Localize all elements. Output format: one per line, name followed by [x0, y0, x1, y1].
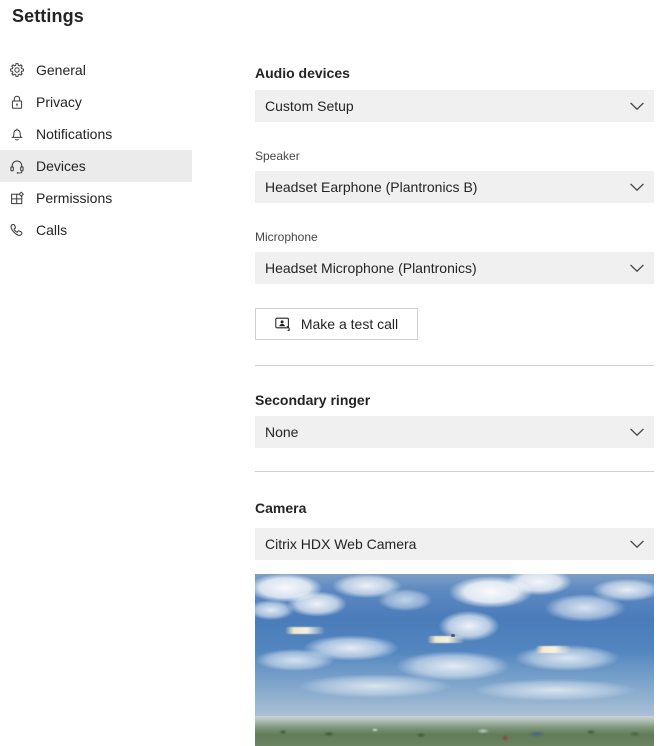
- chevron-down-icon: [620, 264, 654, 273]
- speaker-dropdown[interactable]: Headset Earphone (Plantronics B): [255, 171, 654, 203]
- bell-icon: [6, 124, 28, 144]
- sidebar-item-privacy[interactable]: Privacy: [0, 86, 192, 118]
- preview-horizon-detail: [255, 716, 654, 746]
- sidebar-item-general[interactable]: General: [0, 54, 192, 86]
- make-test-call-label: Make a test call: [301, 316, 398, 332]
- grid-apps-icon: [6, 188, 28, 208]
- audio-setup-value: Custom Setup: [255, 98, 620, 114]
- preview-bird: [451, 634, 455, 637]
- microphone-dropdown[interactable]: Headset Microphone (Plantronics): [255, 252, 654, 284]
- camera-dropdown[interactable]: Citrix HDX Web Camera: [255, 528, 654, 560]
- chevron-down-icon: [620, 540, 654, 549]
- camera-heading: Camera: [255, 501, 306, 515]
- preview-lens-flare: [535, 646, 571, 653]
- microphone-label: Microphone: [255, 231, 318, 243]
- sidebar-item-label: General: [36, 63, 86, 77]
- camera-value: Citrix HDX Web Camera: [255, 536, 620, 552]
- audio-setup-dropdown[interactable]: Custom Setup: [255, 90, 654, 122]
- lock-icon: [6, 92, 28, 112]
- headset-icon: [6, 156, 28, 176]
- camera-preview: [255, 574, 654, 746]
- secondary-ringer-heading: Secondary ringer: [255, 393, 370, 407]
- sidebar-item-permissions[interactable]: Permissions: [0, 182, 192, 214]
- chevron-down-icon: [620, 183, 654, 192]
- page-title: Settings: [12, 6, 84, 27]
- preview-lens-flare: [427, 636, 465, 643]
- sidebar-item-notifications[interactable]: Notifications: [0, 118, 192, 150]
- preview-lens-flare: [285, 627, 325, 634]
- chevron-down-icon: [620, 428, 654, 437]
- sidebar-item-label: Privacy: [36, 95, 82, 109]
- sidebar-item-label: Calls: [36, 223, 67, 237]
- preview-horizon: [255, 716, 654, 746]
- audio-devices-heading: Audio devices: [255, 66, 350, 80]
- gear-icon: [6, 60, 28, 80]
- sidebar-item-label: Notifications: [36, 127, 112, 141]
- secondary-ringer-value: None: [255, 424, 620, 440]
- sidebar-item-label: Permissions: [36, 191, 112, 205]
- sidebar-item-devices[interactable]: Devices: [0, 150, 192, 182]
- sidebar-item-label: Devices: [36, 159, 86, 173]
- phone-icon: [6, 220, 28, 240]
- secondary-ringer-dropdown[interactable]: None: [255, 416, 654, 448]
- make-test-call-button[interactable]: Make a test call: [255, 308, 418, 340]
- microphone-value: Headset Microphone (Plantronics): [255, 260, 620, 276]
- speaker-value: Headset Earphone (Plantronics B): [255, 179, 620, 195]
- test-call-icon: [275, 317, 292, 332]
- chevron-down-icon: [620, 102, 654, 111]
- settings-sidebar: General Privacy Notifications: [0, 54, 192, 246]
- sidebar-item-calls[interactable]: Calls: [0, 214, 192, 246]
- speaker-label: Speaker: [255, 150, 300, 162]
- divider-after-audio: [255, 365, 654, 366]
- divider-after-ringer: [255, 471, 654, 472]
